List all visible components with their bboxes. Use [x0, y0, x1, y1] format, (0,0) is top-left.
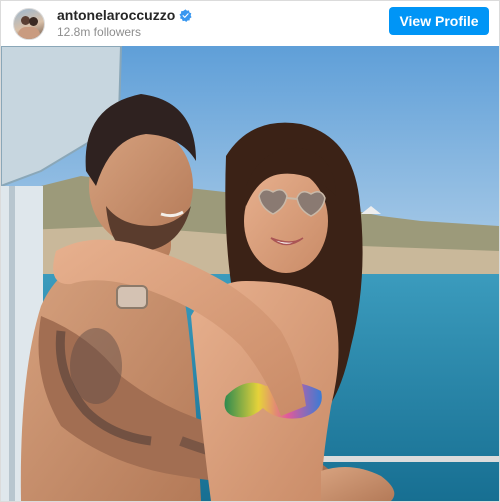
followers-count: 12.8m followers [57, 25, 142, 39]
username-link[interactable]: antonelaroccuzzo [57, 7, 175, 24]
post-header: antonelaroccuzzo 12.8m followers View Pr… [1, 1, 499, 46]
avatar-figure-2 [29, 16, 38, 26]
username-row: antonelaroccuzzo [57, 7, 192, 24]
arm-tattoo [70, 328, 122, 404]
couple-on-boat-photo [1, 46, 499, 501]
instagram-embed-card: antonelaroccuzzo 12.8m followers View Pr… [0, 0, 500, 502]
profile-avatar[interactable] [13, 7, 45, 40]
user-info: antonelaroccuzzo 12.8m followers [57, 7, 192, 40]
boat-railing [301, 456, 499, 462]
avatar-figure-body [18, 26, 40, 39]
watch-icon [116, 285, 148, 309]
post-image[interactable] [1, 46, 499, 501]
verified-badge-icon [179, 9, 192, 22]
view-profile-button[interactable]: View Profile [389, 7, 489, 35]
